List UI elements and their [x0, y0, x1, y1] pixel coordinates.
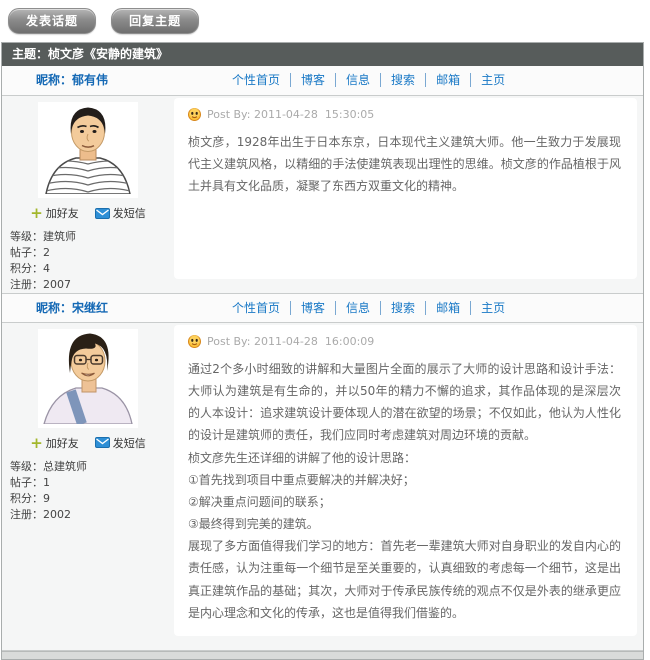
stat-threads: 帖子：1: [10, 475, 174, 491]
male-avatar-illustration: [38, 102, 138, 194]
stat-level: 等级：总建筑师: [10, 459, 174, 475]
post1-avatar: [38, 102, 138, 198]
stat-level: 等级：建筑师: [10, 229, 174, 245]
post2-content-area: Post By: 2011-04-28 16:00:09 通过2个多小时细致的讲…: [174, 323, 643, 650]
post1-header: 昵称：郁有伟 个性首页博客信息搜索邮箱主页: [2, 66, 643, 96]
post1-sidebar: + 加好友 发短信 等级：建筑师 帖子：2 积分：4 注册：2007: [2, 96, 174, 293]
post1-nickname: 昵称：郁有伟: [36, 66, 108, 95]
stat-points: 积分：4: [10, 261, 174, 277]
link-mail[interactable]: 邮箱: [425, 73, 470, 87]
post1-panel: Post By: 2011-04-28 15:30:05 桢文彦，1928年出生…: [174, 98, 637, 279]
send-message-label: 发短信: [113, 205, 146, 221]
post2-paragraph: ③最终得到完美的建筑。: [188, 513, 621, 535]
post1-meta-row: Post By: 2011-04-28 15:30:05: [188, 108, 621, 121]
post2-stats: 等级：总建筑师 帖子：1 积分：9 注册：2002: [10, 459, 174, 523]
post1-paragraph: 桢文彦，1928年出生于日本东京，日本现代主义建筑大师。他一生致力于发展现代主义…: [188, 131, 621, 198]
link-homepage[interactable]: 主页: [470, 73, 515, 87]
topic-title: 主题：桢文彦《安静的建筑》: [12, 47, 168, 61]
thread-container: 主题：桢文彦《安静的建筑》 昵称：郁有伟 个性首页博客信息搜索邮箱主页: [1, 42, 644, 660]
stat-registered: 注册：2002: [10, 507, 174, 523]
stat-threads: 帖子：2: [10, 245, 174, 261]
link-blog[interactable]: 博客: [290, 301, 335, 315]
add-friend-label: 加好友: [46, 435, 79, 451]
thread-footer-strip: [2, 651, 643, 659]
link-info[interactable]: 信息: [335, 73, 380, 87]
post1-timestamp: Post By: 2011-04-28 15:30:05: [207, 108, 374, 121]
post2-avatar: [38, 329, 138, 428]
post1-profile-links: 个性首页博客信息搜索邮箱主页: [232, 66, 515, 95]
post1-stats: 等级：建筑师 帖子：2 积分：4 注册：2007: [10, 229, 174, 293]
reply-topic-button[interactable]: 回复主题: [111, 8, 199, 34]
link-info[interactable]: 信息: [335, 301, 380, 315]
smiley-icon: [188, 335, 201, 348]
plus-icon: +: [30, 438, 43, 448]
post2-header: 昵称：宋继红 个性首页博客信息搜索邮箱主页: [2, 293, 643, 323]
link-profile-home[interactable]: 个性首页: [232, 301, 290, 315]
add-friend-button[interactable]: + 加好友: [30, 435, 79, 451]
toolbar: 发表话题 回复主题: [0, 0, 650, 42]
glasses-avatar-illustration: [38, 329, 138, 424]
post2-sidebar: + 加好友 发短信 等级：总建筑师 帖子：1 积分：9 注册：2002: [2, 323, 174, 650]
post2-paragraph: 桢文彦先生还详细的讲解了他的设计思路：: [188, 447, 621, 469]
post2-text: 通过2个多小时细致的讲解和大量图片全面的展示了大师的设计思路和设计手法：大师认为…: [188, 358, 621, 624]
topic-title-bar: 主题：桢文彦《安静的建筑》: [2, 43, 643, 66]
post2-paragraph: 通过2个多小时细致的讲解和大量图片全面的展示了大师的设计思路和设计手法：大师认为…: [188, 358, 621, 447]
post2-timestamp: Post By: 2011-04-28 16:00:09: [207, 335, 374, 348]
post2-paragraph: 展现了多方面值得我们学习的地方：首先老一辈建筑大师对自身职业的发自内心的责任感，…: [188, 535, 621, 624]
send-message-button[interactable]: 发短信: [95, 205, 146, 221]
add-friend-button[interactable]: + 加好友: [30, 205, 79, 221]
post1-actions: + 加好友 发短信: [2, 205, 174, 221]
post1-content-area: Post By: 2011-04-28 15:30:05 桢文彦，1928年出生…: [174, 96, 643, 293]
plus-icon: +: [30, 208, 43, 218]
post2-body: + 加好友 发短信 等级：总建筑师 帖子：1 积分：9 注册：2002: [2, 323, 643, 651]
envelope-icon: [95, 208, 110, 219]
add-friend-label: 加好友: [46, 205, 79, 221]
post2-panel: Post By: 2011-04-28 16:00:09 通过2个多小时细致的讲…: [174, 325, 637, 636]
link-search[interactable]: 搜索: [380, 73, 425, 87]
smiley-icon: [188, 108, 201, 121]
send-message-label: 发短信: [113, 435, 146, 451]
link-mail[interactable]: 邮箱: [425, 301, 470, 315]
link-blog[interactable]: 博客: [290, 73, 335, 87]
link-profile-home[interactable]: 个性首页: [232, 73, 290, 87]
stat-registered: 注册：2007: [10, 277, 174, 293]
post2-nickname: 昵称：宋继红: [36, 294, 108, 323]
post1-body: + 加好友 发短信 等级：建筑师 帖子：2 积分：4 注册：2007: [2, 96, 643, 293]
post2-actions: + 加好友 发短信: [2, 435, 174, 451]
post2-paragraph: ①首先找到项目中重点要解决的并解决好；: [188, 469, 621, 491]
send-message-button[interactable]: 发短信: [95, 435, 146, 451]
post2-profile-links: 个性首页博客信息搜索邮箱主页: [232, 294, 515, 323]
stat-points: 积分：9: [10, 491, 174, 507]
post2-paragraph: ②解决重点问题间的联系；: [188, 491, 621, 513]
post1-text: 桢文彦，1928年出生于日本东京，日本现代主义建筑大师。他一生致力于发展现代主义…: [188, 131, 621, 198]
link-search[interactable]: 搜索: [380, 301, 425, 315]
post2-meta-row: Post By: 2011-04-28 16:00:09: [188, 335, 621, 348]
link-homepage[interactable]: 主页: [470, 301, 515, 315]
post-topic-button[interactable]: 发表话题: [8, 8, 96, 34]
envelope-icon: [95, 437, 110, 448]
